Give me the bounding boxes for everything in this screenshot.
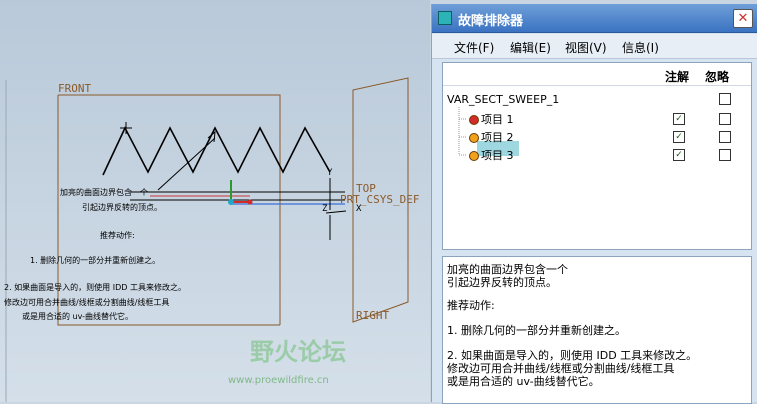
menu-file[interactable]: 文件(F) xyxy=(454,39,494,56)
bg-note-6: 修改边可用合并曲线/线框或分割曲线/线框工具 xyxy=(4,298,170,307)
sweep-trajectory xyxy=(102,126,331,176)
note-checkbox[interactable]: ✓ xyxy=(673,113,685,125)
bg-note-1: 加亮的曲面边界包含一个 xyxy=(60,188,148,197)
header-divider xyxy=(443,85,751,86)
message-line: 或是用合适的 uv-曲线替代它。 xyxy=(447,375,600,388)
csys-label: PRT_CSYS_DEF xyxy=(340,193,420,206)
menu-edit[interactable]: 编辑(E) xyxy=(510,39,551,56)
tree-root[interactable]: VAR_SECT_SWEEP_1 xyxy=(447,93,559,106)
watermark-url: www.proewildfire.cn xyxy=(228,375,329,386)
bg-note-4: 1. 删除几何的一部分并重新创建之。 xyxy=(30,256,161,265)
ignore-checkbox[interactable] xyxy=(719,149,731,161)
bg-note-2: 引起边界反转的顶点。 xyxy=(82,203,162,212)
axis-y-label: Y xyxy=(327,168,333,178)
dialog-title: 故障排除器 xyxy=(458,14,524,29)
front-label: FRONT xyxy=(58,82,92,95)
troubleshooter-dialog: 故障排除器 ✕ 文件(F) 编辑(E) 视图(V) 信息(I) 注解 忽略 VA… xyxy=(431,4,757,404)
tree-item-label[interactable]: 项目 3 xyxy=(481,147,514,163)
warning-status-icon xyxy=(469,133,479,143)
menu-info[interactable]: 信息(I) xyxy=(622,39,659,56)
bg-note-7: 或是用合适的 uv-曲线替代它。 xyxy=(22,312,134,321)
error-status-icon xyxy=(469,115,479,125)
dialog-titlebar[interactable]: 故障排除器 ✕ xyxy=(432,4,757,33)
menu-bar: 文件(F) 编辑(E) 视图(V) 信息(I) xyxy=(432,34,757,59)
note-checkbox[interactable]: ✓ xyxy=(673,131,685,143)
app-icon xyxy=(438,11,452,25)
cad-viewport[interactable]: FRONT TOP PRT_CSYS_DEF RIGHT Z X Y 加亮的曲面… xyxy=(0,0,430,402)
tree-item-label[interactable]: 项目 2 xyxy=(481,129,514,145)
warning-status-icon xyxy=(469,151,479,161)
message-line: 推荐动作: xyxy=(447,299,495,312)
bg-note-3: 推荐动作: xyxy=(100,231,135,240)
message-line: 引起边界反转的顶点。 xyxy=(447,276,557,289)
root-ignore-checkbox[interactable] xyxy=(719,93,731,105)
axis-x-label: X xyxy=(356,204,362,214)
close-button[interactable]: ✕ xyxy=(733,9,753,28)
menu-view[interactable]: 视图(V) xyxy=(565,39,607,56)
note-column-header: 注解 xyxy=(665,70,690,84)
axis-z-label: Z xyxy=(322,204,328,214)
issue-tree: 注解 忽略 VAR_SECT_SWEEP_1 项目 1 ✓ 项目 2 ✓ 项目 … xyxy=(442,62,752,250)
ignore-checkbox[interactable] xyxy=(719,113,731,125)
ignore-checkbox[interactable] xyxy=(719,131,731,143)
ignore-column-header: 忽略 xyxy=(705,70,730,84)
bg-note-5: 2. 如果曲面是导入的，则使用 IDD 工具来修改之。 xyxy=(4,283,186,292)
message-line: 1. 删除几何的一部分并重新创建之。 xyxy=(447,324,626,337)
watermark-logo: 野火论坛 xyxy=(250,338,346,366)
note-checkbox[interactable]: ✓ xyxy=(673,149,685,161)
message-panel[interactable]: 加亮的曲面边界包含一个 引起边界反转的顶点。 推荐动作: 1. 删除几何的一部分… xyxy=(442,256,752,404)
right-label: RIGHT xyxy=(356,309,390,322)
tree-item-label[interactable]: 项目 1 xyxy=(481,111,514,127)
